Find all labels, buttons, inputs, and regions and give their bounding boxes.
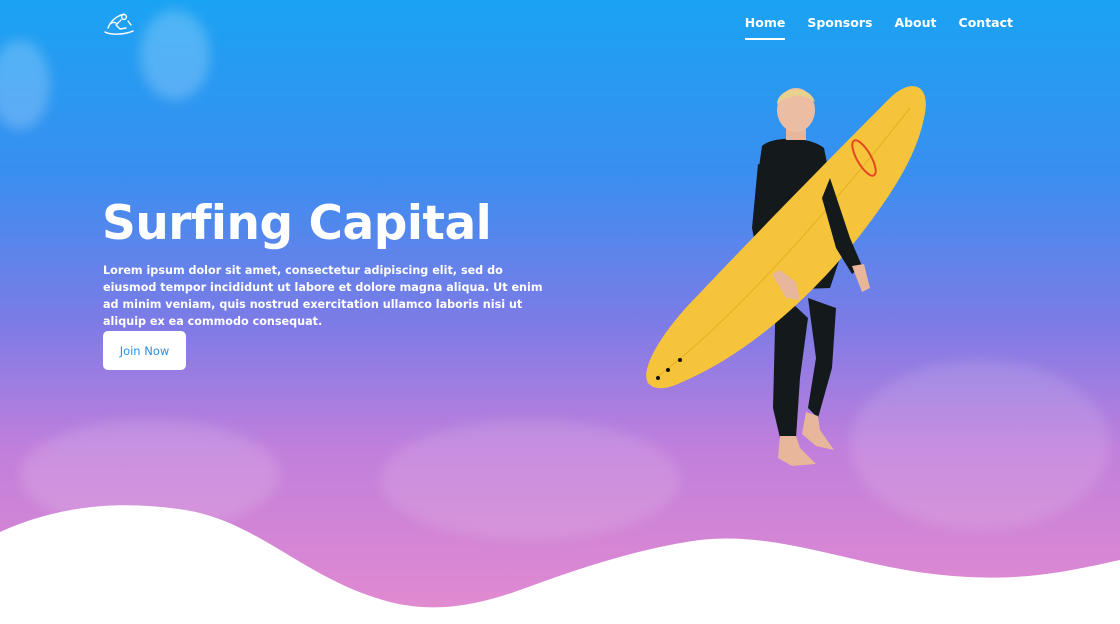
hero-section: Home Sponsors About Contact Surfing Capi… — [0, 0, 1120, 624]
wave-divider — [0, 505, 1120, 624]
